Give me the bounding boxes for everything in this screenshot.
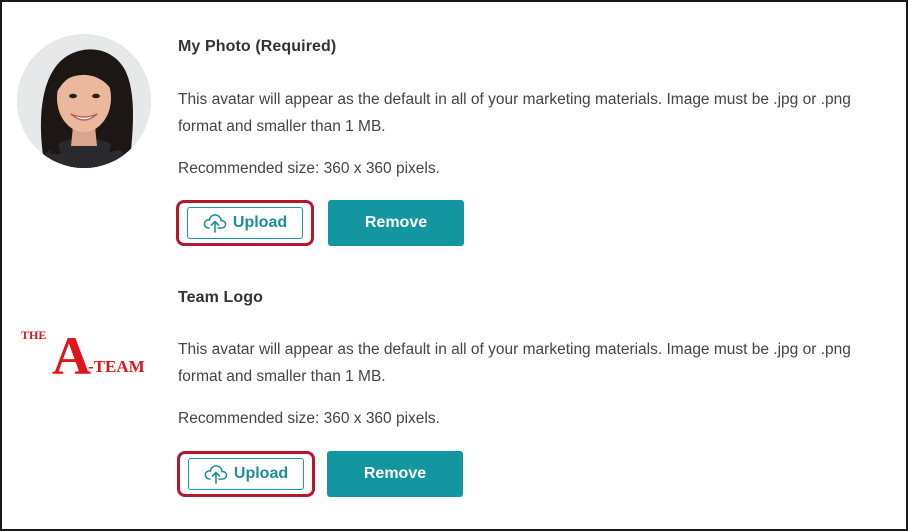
logo-upload-highlight: Upload [177, 451, 315, 497]
my-photo-section: My Photo (Required) This avatar will app… [2, 2, 906, 262]
my-photo-recommended-size: Recommended size: 360 x 360 pixels. [178, 160, 440, 177]
logo-upload-button[interactable]: Upload [188, 458, 304, 490]
team-logo-title: Team Logo [178, 289, 264, 306]
logo-text-a: A [52, 326, 91, 384]
cloud-upload-icon [204, 465, 228, 484]
team-logo-image: THE A -TEAM [18, 324, 152, 386]
photo-upload-label: Upload [232, 214, 288, 231]
team-logo-recommended-size: Recommended size: 360 x 360 pixels. [178, 410, 440, 427]
team-logo-section: THE A -TEAM Team Logo This avatar will a… [2, 264, 906, 531]
image-settings-panel: My Photo (Required) This avatar will app… [0, 0, 908, 531]
logo-text-team: -TEAM [88, 357, 145, 376]
cloud-upload-icon [203, 214, 227, 233]
photo-upload-button[interactable]: Upload [187, 207, 303, 239]
logo-text-the: THE [21, 328, 46, 342]
logo-upload-label: Upload [233, 465, 289, 482]
logo-remove-button[interactable]: Remove [327, 451, 463, 497]
my-photo-description: This avatar will appear as the default i… [178, 91, 851, 135]
team-logo-description: This avatar will appear as the default i… [178, 341, 851, 385]
photo-upload-highlight: Upload [176, 200, 314, 246]
my-photo-title: My Photo (Required) [178, 38, 337, 55]
photo-remove-button[interactable]: Remove [328, 200, 464, 246]
profile-photo-avatar [17, 34, 151, 168]
